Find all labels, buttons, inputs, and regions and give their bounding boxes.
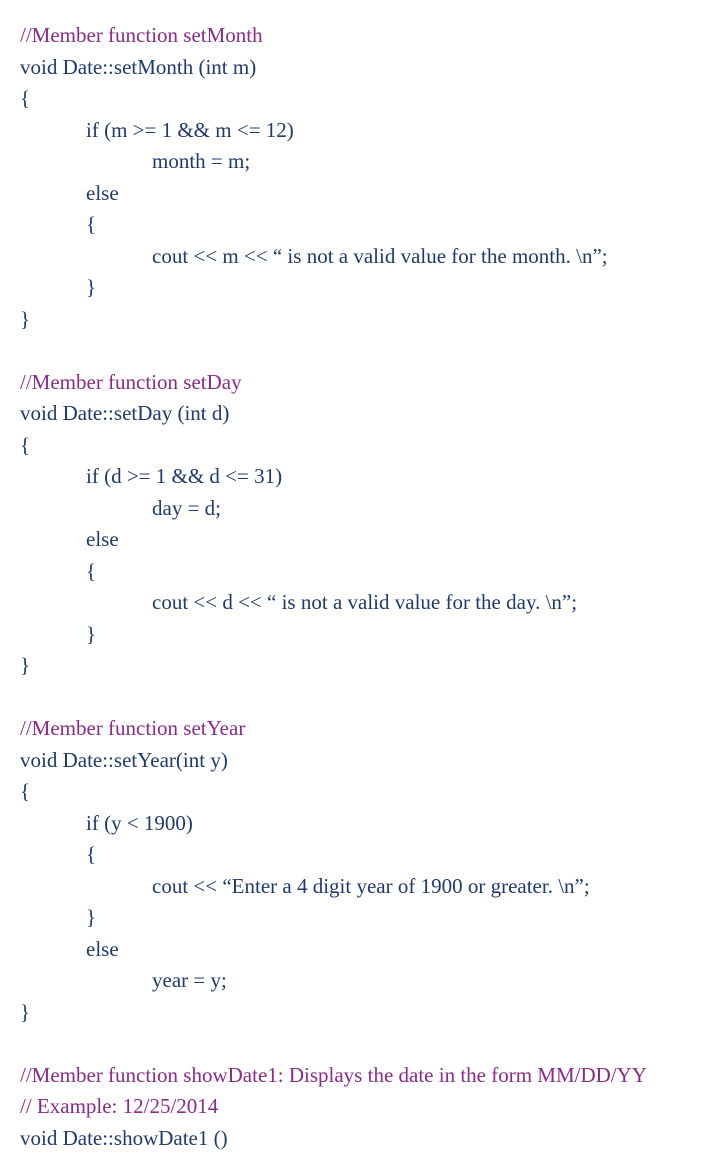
code-line: void Date::setYear(int y)	[20, 745, 686, 777]
code-line: void Date::setMonth (int m)	[20, 52, 686, 84]
code-text: cout << “Enter a 4 digit year of 1900 or…	[152, 874, 590, 898]
code-text: cout << m << “ is not a valid value for …	[152, 244, 608, 268]
code-text: month = m;	[152, 149, 250, 173]
code-line: day = d;	[20, 493, 686, 525]
code-line: cout << d << “ is not a valid value for …	[20, 587, 686, 619]
code-line: cout << m << “ is not a valid value for …	[20, 241, 686, 273]
code-line: if (d >= 1 && d <= 31)	[20, 461, 686, 493]
code-text: if (d >= 1 && d <= 31)	[86, 464, 282, 488]
comment-text: //Member function setDay	[20, 370, 242, 394]
code-text: }	[20, 1000, 30, 1024]
code-text: void Date::showDate1 ()	[20, 1126, 228, 1150]
code-text: cout << d << “ is not a valid value for …	[152, 590, 577, 614]
code-text: {	[20, 86, 30, 110]
code-line: month = m;	[20, 146, 686, 178]
code-text: {	[86, 559, 96, 583]
code-line: else	[20, 524, 686, 556]
comment-text: //Member function setMonth	[20, 23, 263, 47]
code-text: else	[86, 527, 119, 551]
code-text: if (m >= 1 && m <= 12)	[86, 118, 294, 142]
code-block: //Member function setMonthvoid Date::set…	[20, 20, 686, 1154]
code-line: }	[20, 650, 686, 682]
code-line: }	[20, 902, 686, 934]
code-text: }	[20, 653, 30, 677]
code-line: if (y < 1900)	[20, 808, 686, 840]
code-text: void Date::setDay (int d)	[20, 401, 229, 425]
code-text: }	[20, 307, 30, 331]
comment-text: //Member function setYear	[20, 716, 245, 740]
code-line: {	[20, 83, 686, 115]
code-line: }	[20, 304, 686, 336]
code-line: //Member function setYear	[20, 713, 686, 745]
code-line: }	[20, 619, 686, 651]
code-line	[20, 335, 686, 367]
code-line: }	[20, 997, 686, 1029]
code-line	[20, 1028, 686, 1060]
code-line: //Member function setDay	[20, 367, 686, 399]
code-text: year = y;	[152, 968, 227, 992]
code-text: }	[86, 622, 96, 646]
code-text: {	[20, 779, 30, 803]
code-text: day = d;	[152, 496, 221, 520]
code-text: else	[86, 937, 119, 961]
code-text: {	[20, 433, 30, 457]
code-text: else	[86, 181, 119, 205]
code-line: }	[20, 272, 686, 304]
code-line: else	[20, 178, 686, 210]
code-line: {	[20, 776, 686, 808]
code-line: //Member function setMonth	[20, 20, 686, 52]
code-text: }	[86, 275, 96, 299]
code-line: {	[20, 430, 686, 462]
code-line: else	[20, 934, 686, 966]
code-line: year = y;	[20, 965, 686, 997]
code-line: void Date::setDay (int d)	[20, 398, 686, 430]
code-text: {	[86, 212, 96, 236]
code-line: //Member function showDate1: Displays th…	[20, 1060, 686, 1092]
code-text: if (y < 1900)	[86, 811, 193, 835]
code-line	[20, 682, 686, 714]
code-line: {	[20, 556, 686, 588]
code-line: void Date::showDate1 ()	[20, 1123, 686, 1155]
code-line: // Example: 12/25/2014	[20, 1091, 686, 1123]
code-text: void Date::setYear(int y)	[20, 748, 228, 772]
code-line: {	[20, 839, 686, 871]
code-line: {	[20, 209, 686, 241]
code-text: }	[86, 905, 96, 929]
code-line: cout << “Enter a 4 digit year of 1900 or…	[20, 871, 686, 903]
code-text: {	[86, 842, 96, 866]
code-text: void Date::setMonth (int m)	[20, 55, 256, 79]
comment-text: //Member function showDate1: Displays th…	[20, 1063, 647, 1087]
comment-text: // Example: 12/25/2014	[20, 1094, 218, 1118]
code-line: if (m >= 1 && m <= 12)	[20, 115, 686, 147]
